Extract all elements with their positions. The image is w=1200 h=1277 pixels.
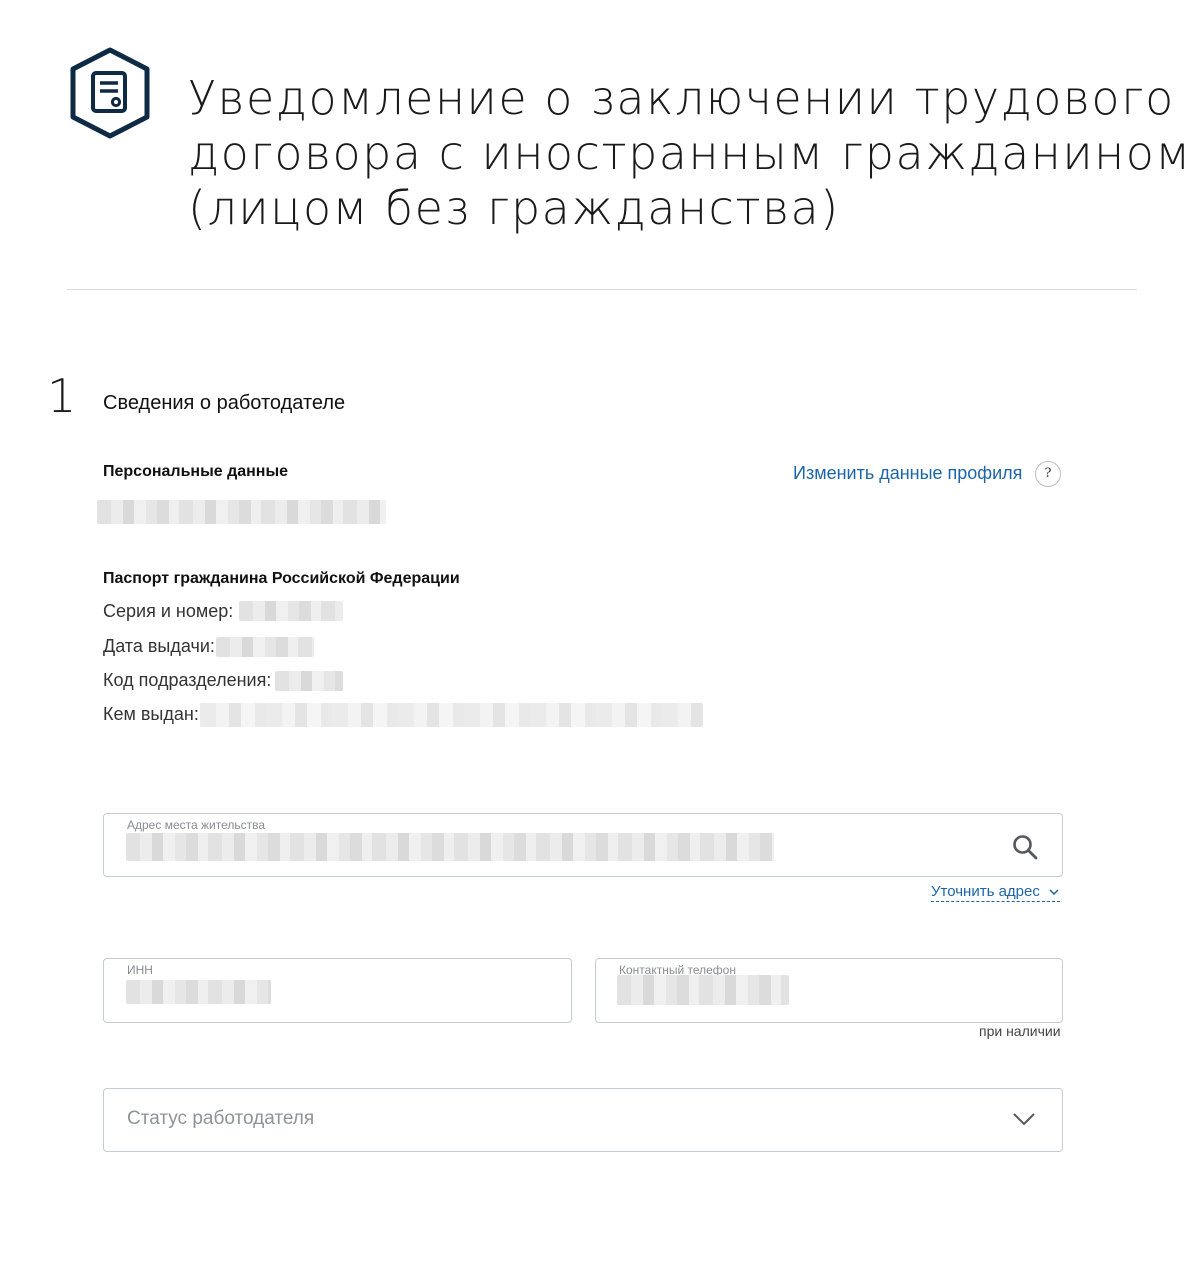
refine-address-label: Уточнить адрес: [931, 883, 1040, 900]
redacted-address-value: [126, 833, 774, 861]
search-icon[interactable]: [1012, 834, 1038, 860]
refine-address-link[interactable]: Уточнить адрес: [931, 882, 1061, 902]
redacted-inn-value: [126, 980, 271, 1004]
passport-series-label: Серия и номер:: [103, 601, 234, 621]
redacted-issue-date: [216, 637, 314, 657]
passport-division-code-label: Код подразделения:: [103, 670, 272, 690]
page-title-line: договора с иностранным гражданином: [188, 126, 1192, 180]
page-title-line: Уведомление о заключении трудового: [188, 71, 1175, 125]
chevron-down-icon: [1013, 1113, 1035, 1126]
inn-field-label: ИНН: [127, 963, 153, 977]
passport-issued-by-label: Кем выдан:: [103, 704, 199, 724]
redacted-passport-series: [239, 601, 343, 621]
header-divider: [67, 289, 1137, 290]
employer-status-select[interactable]: Статус работодателя: [103, 1088, 1063, 1152]
document-hexagon-icon: [70, 47, 150, 139]
phone-field[interactable]: Контактный телефон: [595, 958, 1063, 1023]
phone-optional-hint: при наличии: [979, 1023, 1061, 1039]
edit-profile-link[interactable]: Изменить данные профиля: [793, 463, 1022, 484]
employer-status-placeholder: Статус работодателя: [127, 1108, 315, 1129]
personal-data-heading: Персональные данные: [103, 463, 289, 480]
section-title: Сведения о работодателе: [103, 392, 346, 414]
address-field-label: Адрес места жительства: [127, 818, 266, 832]
address-field[interactable]: Адрес места жительства: [103, 813, 1063, 877]
passport-heading: Паспорт гражданина Российской Федерации: [103, 570, 460, 587]
redacted-issued-by: [200, 703, 703, 727]
step-number: 1: [47, 369, 77, 423]
page-title-line: (лицом без гражданства): [188, 181, 840, 235]
page-title: Уведомление о заключении трудового догов…: [188, 71, 1192, 236]
redacted-full-name: [97, 500, 386, 524]
redacted-division-code: [275, 671, 343, 691]
chevron-down-icon: [1049, 889, 1059, 896]
passport-issue-date-label: Дата выдачи:: [103, 636, 215, 656]
inn-field[interactable]: ИНН: [103, 958, 572, 1023]
help-icon[interactable]: ?: [1035, 461, 1061, 487]
redacted-phone-value: [617, 975, 789, 1005]
